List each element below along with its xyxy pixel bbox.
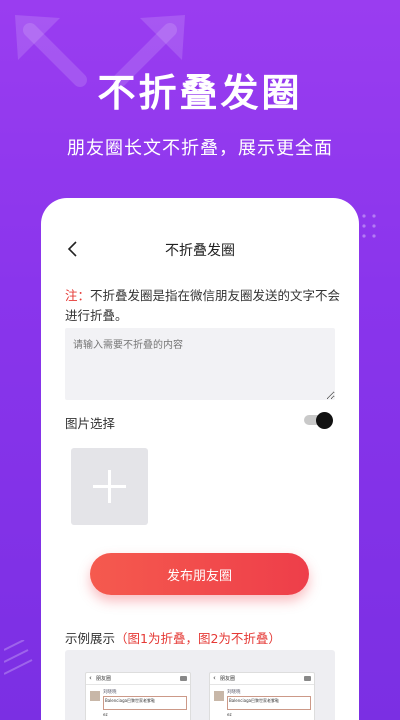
- example-screenshot-unfolded: ‹ 朋友圈 刘晓晓 Balenciaga巴黎世家老爹鞋 ez: [209, 672, 315, 720]
- add-image-button[interactable]: [71, 448, 148, 525]
- example-title: 示例展示: [65, 631, 116, 646]
- image-select-label: 图片选择: [65, 416, 116, 431]
- mini-nav-bar: ‹ 朋友圈: [210, 673, 314, 685]
- note-text: 注：不折叠发圈是指在微信朋友圈发送的文字不会进行折叠。: [65, 286, 343, 326]
- mini-post-text: Balenciaga巴黎世家老爹鞋: [227, 696, 311, 710]
- stripes-decoration: [4, 640, 33, 675]
- promo-headline: 不折叠发圈: [97, 71, 303, 115]
- mini-title: 朋友圈: [220, 676, 236, 682]
- promo-subline: 朋友圈长文不折叠，展示更全面: [67, 138, 333, 159]
- example-hint: （图1为折叠，图2为不折叠）: [115, 631, 281, 646]
- camera-icon: [180, 676, 187, 681]
- publish-moments-button[interactable]: 发布朋友圈: [90, 553, 309, 595]
- note-body: 不折叠发圈是指在微信朋友圈发送的文字不会进行折叠。: [65, 288, 341, 323]
- mini-signature: ez: [103, 712, 108, 717]
- avatar: [214, 691, 224, 701]
- nav-bar: 不折叠发圈: [41, 236, 359, 264]
- toggle-knob: [316, 412, 333, 429]
- mini-user-name: 刘晓晓: [103, 690, 117, 695]
- page-title: 不折叠发圈: [165, 243, 235, 259]
- camera-icon: [304, 676, 311, 681]
- plus-icon: [93, 470, 126, 503]
- example-label: 示例展示（图1为折叠，图2为不折叠）: [65, 628, 281, 647]
- phone-screen: 不折叠发圈 注：不折叠发圈是指在微信朋友圈发送的文字不会进行折叠。 图片选择 发…: [41, 198, 359, 720]
- mini-nav-bar: ‹ 朋友圈: [86, 673, 190, 685]
- mini-user-name: 刘晓晓: [227, 690, 241, 695]
- mini-title: 朋友圈: [96, 676, 112, 682]
- mini-post-text: Balenciaga巴黎世家老爹鞋: [103, 696, 187, 710]
- example-preview-area: ‹ 朋友圈 刘晓晓 Balenciaga巴黎世家老爹鞋 ez ‹ 朋友圈 刘晓晓…: [65, 650, 335, 720]
- content-input[interactable]: [65, 328, 335, 400]
- note-prefix: 注：: [65, 288, 91, 303]
- image-select-toggle[interactable]: [304, 412, 334, 429]
- mini-back-icon: ‹: [213, 674, 216, 682]
- avatar: [90, 691, 100, 701]
- mini-back-icon: ‹: [89, 674, 92, 682]
- mini-signature: ez: [227, 712, 232, 717]
- example-screenshot-folded: ‹ 朋友圈 刘晓晓 Balenciaga巴黎世家老爹鞋 ez: [85, 672, 191, 720]
